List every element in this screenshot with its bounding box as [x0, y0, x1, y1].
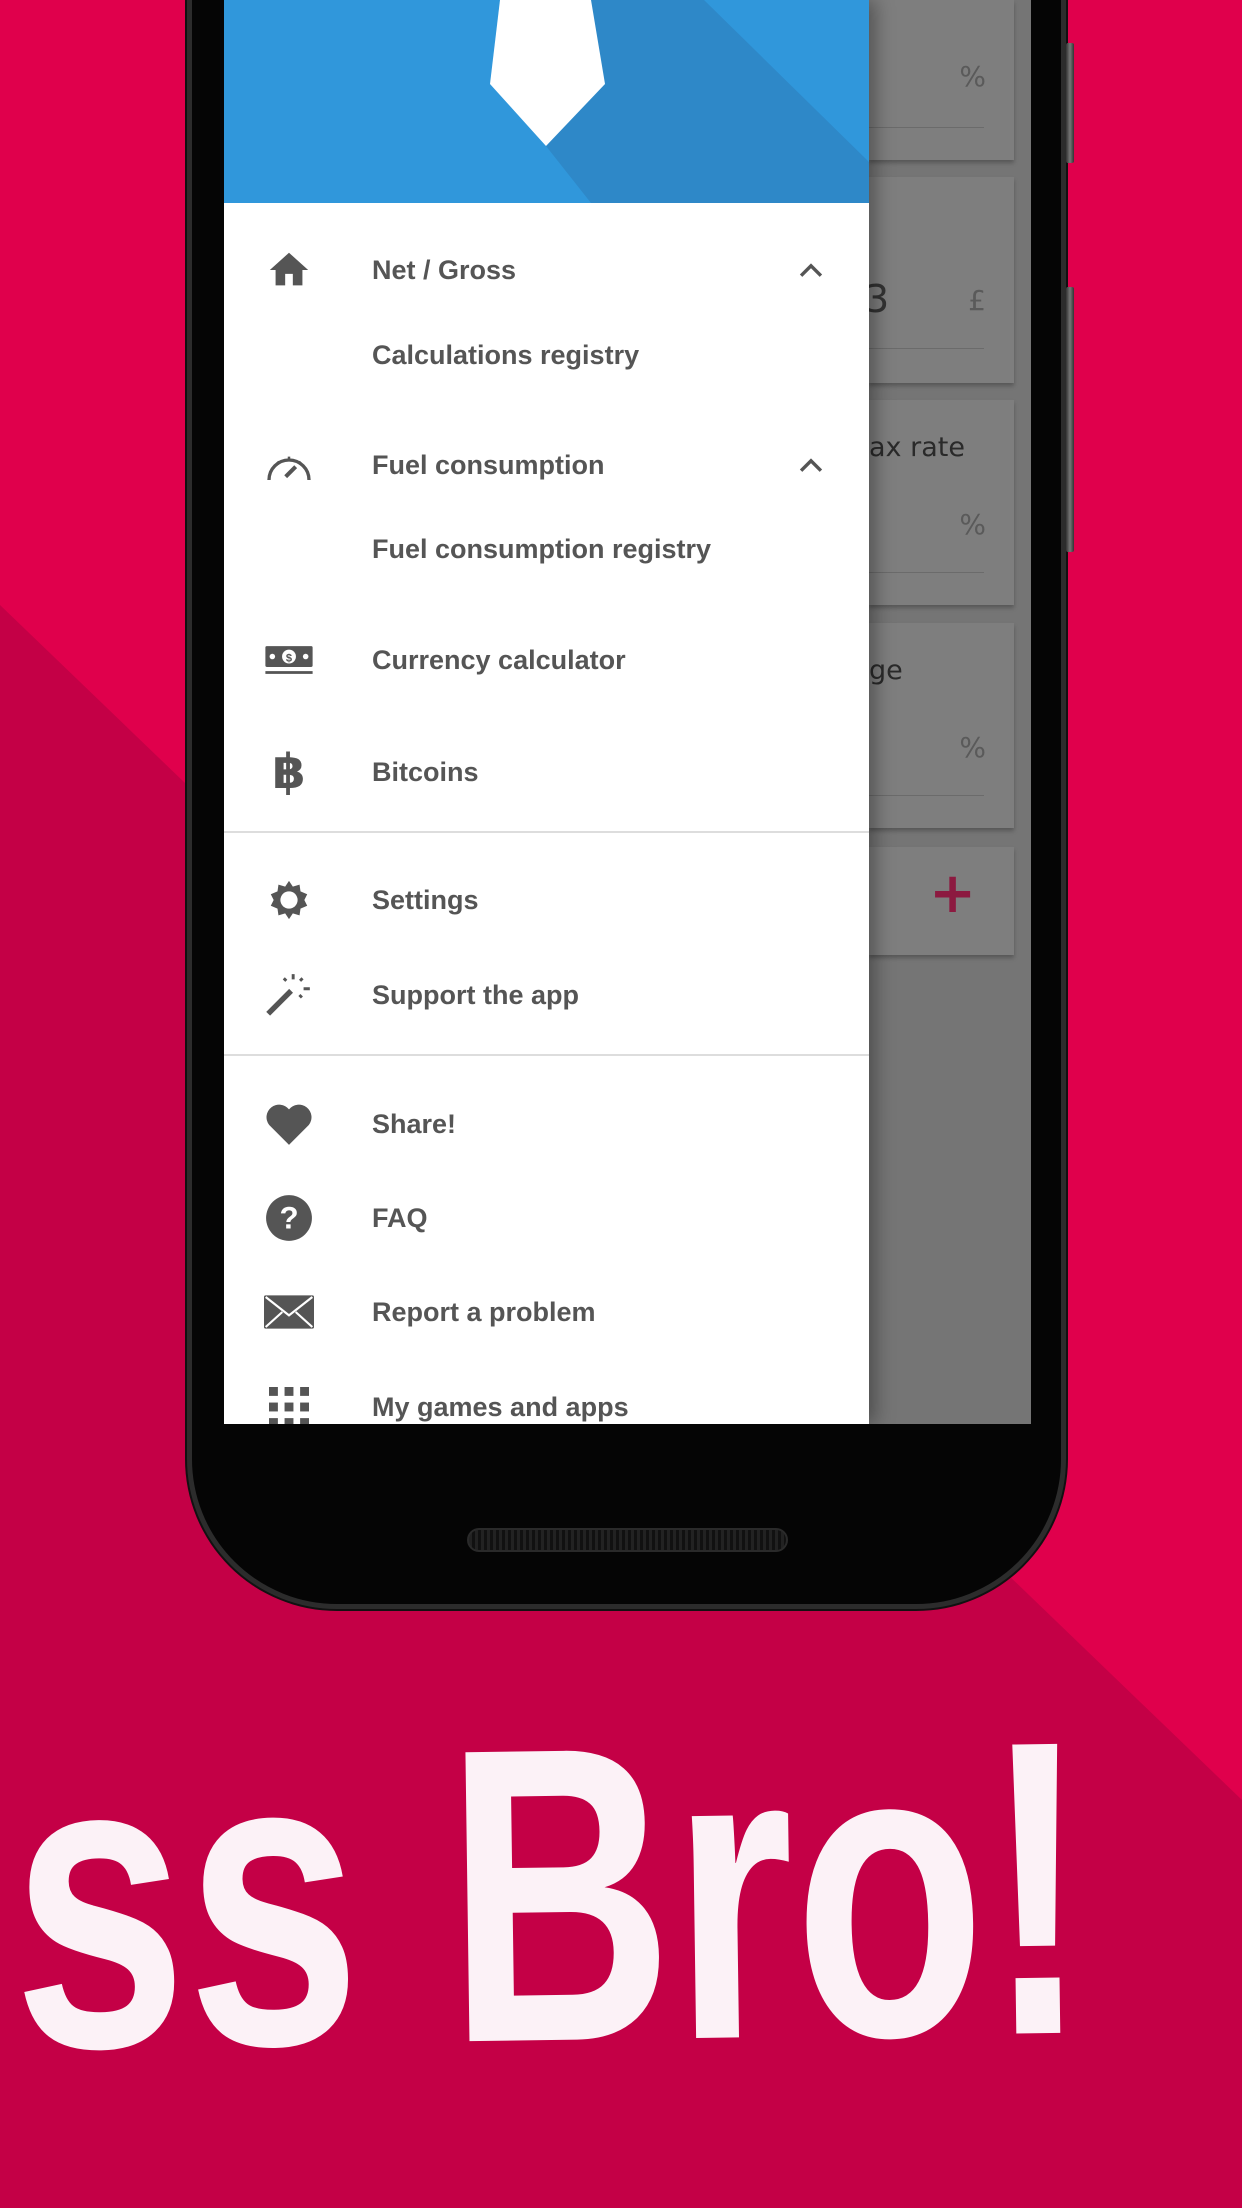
help-circle-icon: ? [264, 1193, 314, 1243]
unit-label: % [959, 731, 986, 764]
grid-icon [264, 1382, 314, 1424]
input-card[interactable]: 3 £ [865, 177, 1014, 383]
slogan-text: ss Bro! [9, 1653, 1092, 2100]
unit-label: % [959, 60, 986, 93]
menu-item-net-gross[interactable]: Net / Gross [224, 235, 869, 305]
menu-item-fuel-consumption[interactable]: Fuel consumption [224, 430, 869, 500]
add-button[interactable]: + [869, 847, 1014, 955]
menu-item-currency-calculator[interactable]: $ Currency calculator [224, 625, 869, 695]
divider [224, 831, 869, 833]
slogan: ss Bro! [9, 1653, 1092, 2100]
menu-item-calculations-registry[interactable]: Calculations registry [224, 320, 869, 390]
menu-item-label: My games and apps [372, 1391, 629, 1422]
menu-item-fuel-consumption-registry[interactable]: Fuel consumption registry [224, 514, 869, 584]
svg-text:$: $ [286, 652, 293, 664]
menu-item-label: Support the app [372, 979, 579, 1010]
plus-icon: + [929, 861, 976, 926]
field-label: ge [869, 655, 903, 686]
menu-item-label: FAQ [372, 1202, 428, 1233]
menu-item-share[interactable]: Share! [224, 1089, 869, 1159]
unit-label: % [959, 508, 986, 541]
menu-item-label: Fuel consumption [372, 449, 605, 480]
menu-item-label: Fuel consumption registry [372, 533, 712, 564]
divider [224, 1054, 869, 1056]
menu-item-label: Report a problem [372, 1296, 596, 1327]
menu-item-label: Bitcoins [372, 756, 479, 787]
chevron-up-icon[interactable] [794, 448, 828, 482]
phone-screen: % 3 £ ax rate % ge % + Net / Gross Calcu… [224, 0, 1031, 1424]
menu-item-label: Calculations registry [372, 339, 640, 370]
banknote-icon: $ [264, 635, 314, 685]
envelope-icon [264, 1287, 314, 1337]
input-card[interactable]: ax rate % [869, 400, 1014, 605]
menu-item-bitcoins[interactable]: ฿ Bitcoins [224, 737, 869, 807]
menu-item-faq[interactable]: ? FAQ [224, 1183, 869, 1253]
power-button [1066, 287, 1074, 552]
menu-item-label: Net / Gross [372, 254, 517, 285]
drawer-header [224, 0, 869, 203]
menu-item-settings[interactable]: Settings [224, 865, 869, 935]
magic-wand-icon [264, 970, 314, 1020]
phone-speaker [467, 1528, 788, 1552]
menu-item-report-a-problem[interactable]: Report a problem [224, 1277, 869, 1347]
menu-item-label: Share! [372, 1108, 457, 1139]
bitcoin-icon: ฿ [272, 744, 306, 800]
input-card[interactable]: ge % [869, 623, 1014, 828]
svg-text:?: ? [279, 1200, 298, 1235]
menu-item-support-the-app[interactable]: Support the app [224, 960, 869, 1030]
menu-item-label: Settings [372, 884, 479, 915]
home-icon [264, 245, 314, 295]
chevron-up-icon[interactable] [794, 253, 828, 287]
input-card[interactable]: % [869, 0, 1014, 160]
volume-button [1066, 43, 1074, 163]
menu-item-label: Currency calculator [372, 644, 626, 675]
field-label: ax rate [869, 432, 965, 463]
navigation-drawer: Net / Gross Calculations registry Fuel c… [224, 0, 869, 1424]
unit-label: £ [968, 284, 986, 317]
heart-icon [264, 1099, 314, 1149]
speedometer-icon [264, 440, 314, 490]
menu-item-my-games-and-apps[interactable]: My games and apps [224, 1372, 869, 1424]
gear-icon [264, 875, 314, 925]
tie-logo [490, 0, 869, 203]
